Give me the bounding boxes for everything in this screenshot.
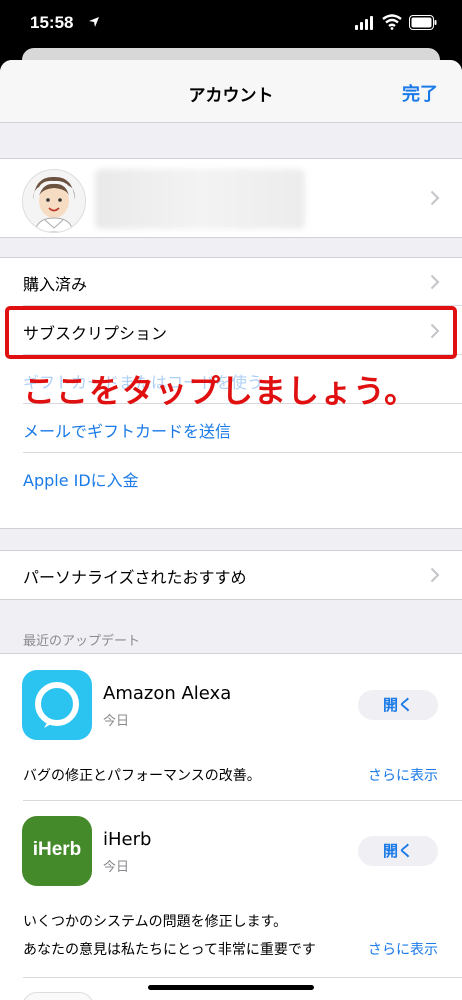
battery-icon [409,15,437,30]
update-description-line2: あなたの意見は私たちにとって非常に重要です [23,942,316,958]
open-button[interactable]: 開く [358,690,438,720]
blurred-account-name [95,169,305,229]
cellular-signal-icon [355,16,373,30]
update-description: バグの修正とパフォーマンスの改善。 [23,768,261,784]
status-time: 15:58 [30,13,74,32]
iherb-logo-text: iHerb [32,839,82,860]
chevron-right-icon [430,274,440,290]
wifi-icon [382,14,402,30]
open-button[interactable]: 開く [358,836,438,866]
purchased-label: 購入済み [23,275,88,294]
row-divider [23,977,462,978]
status-bar: 15:58 [0,0,462,50]
updates-list: Amazon Alexa 今日 開く バグの修正とパフォーマンスの改善。 さらに… [0,653,462,1000]
chevron-right-icon [430,190,440,206]
next-app-icon-peek [22,992,94,1000]
home-indicator[interactable] [148,985,314,990]
profile-row[interactable] [0,158,462,238]
more-link[interactable]: さらに表示 [362,765,438,785]
alexa-ring-icon [35,682,79,728]
annotation-text: ここをタップしましょう。 [23,372,418,410]
avatar [22,169,86,233]
account-sheet: アカウント 完了 購入済み サブスクリプション ギフトカードまたはコードを使う … [0,60,462,1000]
app-name: Amazon Alexa [103,683,232,704]
personalized-group: パーソナライズされたおすすめ [0,550,462,600]
nav-bar: アカウント 完了 [0,60,462,123]
send-gift-card-link: メールでギフトカードを送信 [23,422,232,441]
page-title: アカウント [188,86,274,106]
update-description: いくつかのシステムの問題を修正します。 [23,914,288,930]
app-date: 今日 [103,860,130,875]
personalized-label: パーソナライズされたおすすめ [23,568,247,587]
row-divider [23,800,462,801]
location-arrow-icon [89,17,99,27]
avatar-face-icon [23,170,85,232]
done-button[interactable]: 完了 [402,80,438,106]
highlight-box [5,306,457,359]
app-name: iHerb [103,829,152,850]
more-link[interactable]: さらに表示 [362,939,438,959]
app-date: 今日 [103,714,130,729]
send-gift-card-row[interactable]: メールでギフトカードを送信 [0,405,462,453]
purchased-row[interactable]: 購入済み [0,258,462,306]
add-funds-row[interactable]: Apple IDに入金 [0,454,462,502]
alexa-icon[interactable] [22,670,92,740]
text-fade [313,939,353,959]
row-divider [23,452,462,453]
personalized-row[interactable]: パーソナライズされたおすすめ [0,551,462,599]
recent-updates-header: 最近のアップデート [23,634,141,649]
iherb-icon[interactable]: iHerb [22,816,92,886]
chevron-right-icon [430,567,440,583]
add-funds-link: Apple IDに入金 [23,471,139,490]
